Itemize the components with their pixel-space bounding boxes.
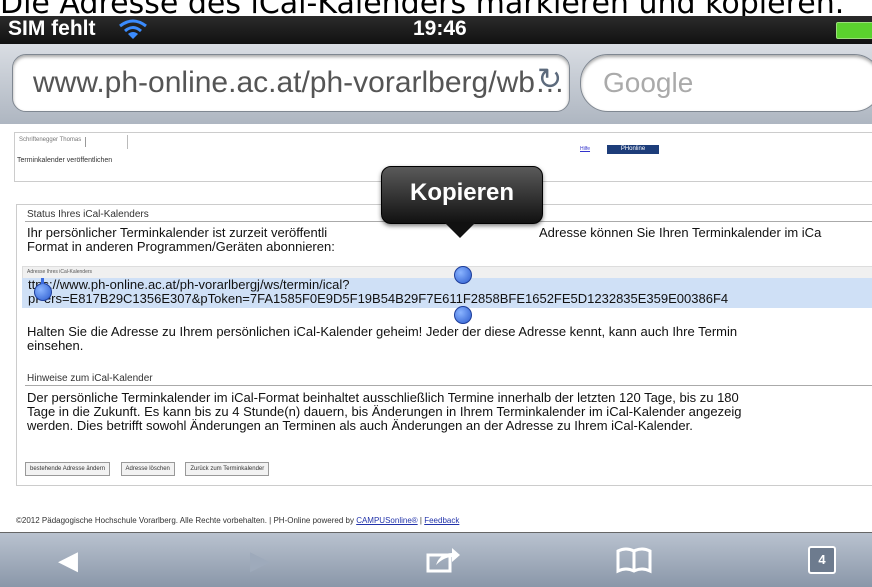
change-address-button[interactable]: bestehende Adresse ändern	[25, 462, 111, 476]
selection-end-handle[interactable]	[454, 306, 472, 324]
status-text-line1: Ihr persönlicher Terminkalender ist zurz…	[27, 225, 328, 240]
hints-line2: Tage in die Zukunft. Es kann bis zu 4 St…	[27, 404, 742, 419]
feedback-link[interactable]: Feedback	[424, 516, 459, 525]
reload-icon[interactable]: ↻	[537, 65, 563, 95]
address-line2: pPers=E817B29C1356E307&pToken=7FA1585F0E…	[28, 291, 729, 306]
share-icon[interactable]	[422, 543, 462, 577]
web-page: Schriftenegger Thomas Terminkalender ver…	[0, 124, 872, 525]
copy-popup-button[interactable]: Kopieren	[381, 166, 543, 224]
ph-online-logo: PHonline	[607, 145, 659, 154]
url-text: www.ph-online.ac.at/ph-vorarlberg/wb…	[33, 66, 565, 99]
delete-address-button[interactable]: Adresse löschen	[120, 462, 175, 476]
help-link[interactable]: Hilfe	[580, 146, 590, 152]
page-footer: ©2012 Pädagogische Hochschule Vorarlberg…	[16, 516, 459, 525]
status-bar: SIM fehlt 19:46	[0, 16, 872, 44]
back-to-calendar-button[interactable]: Zurück zum Terminkalender	[185, 462, 270, 476]
button-row: bestehende Adresse ändern Adresse lösche…	[25, 457, 275, 476]
divider	[25, 385, 872, 386]
user-name: Schriftenegger Thomas	[19, 137, 87, 147]
page-title: Terminkalender veröffentlichen	[17, 157, 113, 164]
back-arrow-icon[interactable]: ◀	[48, 543, 88, 577]
selection-mid-handle[interactable]	[454, 266, 472, 284]
warning-line1: Halten Sie die Adresse zu Ihrem persönli…	[27, 324, 738, 339]
bookmarks-icon[interactable]	[614, 543, 654, 577]
address-line1: ttps://www.ph-online.ac.at/ph-vorarlberg…	[28, 277, 350, 292]
carrier-label: SIM fehlt	[8, 17, 96, 40]
warning-line2: einsehen.	[27, 338, 84, 353]
ical-address-selection[interactable]: ttps://www.ph-online.ac.at/ph-vorarlberg…	[22, 278, 872, 308]
battery-icon	[836, 22, 872, 39]
clock: 19:46	[413, 17, 467, 40]
popup-arrow	[444, 222, 476, 238]
status-text-line2: Format in anderen Programmen/Geräten abo…	[27, 239, 335, 254]
selection-start-handle[interactable]	[34, 283, 52, 301]
hints-line1: Der persönliche Terminkalender im iCal-F…	[27, 390, 739, 405]
forward-arrow-icon[interactable]: ▶	[240, 543, 280, 577]
status-text-line1b: Adresse können Sie Ihren Terminkalender …	[539, 225, 822, 240]
wifi-icon	[119, 19, 147, 39]
hints-section-header: Hinweise zum iCal-Kalender	[27, 373, 153, 384]
selection-start-stem	[41, 278, 44, 284]
ical-panel: Status Ihres iCal-Kalenders Ihr persönli…	[16, 204, 872, 486]
campusonline-link[interactable]: CAMPUSonline®	[356, 516, 417, 525]
footer-text: ©2012 Pädagogische Hochschule Vorarlberg…	[16, 516, 357, 525]
search-input[interactable]	[601, 63, 855, 103]
browser-address-bar: www.ph-online.ac.at/ph-vorarlberg/wb… ↻	[0, 44, 872, 125]
browser-toolbar: ◀ ▶ 4	[0, 532, 872, 587]
url-field[interactable]: www.ph-online.ac.at/ph-vorarlberg/wb… ↻	[12, 54, 570, 112]
search-field[interactable]	[580, 54, 872, 112]
tabs-count-icon[interactable]: 4	[808, 546, 836, 574]
hints-line3: werden. Dies betrifft sowohl Änderungen …	[27, 418, 693, 433]
status-section-header: Status Ihres iCal-Kalenders	[27, 209, 149, 220]
